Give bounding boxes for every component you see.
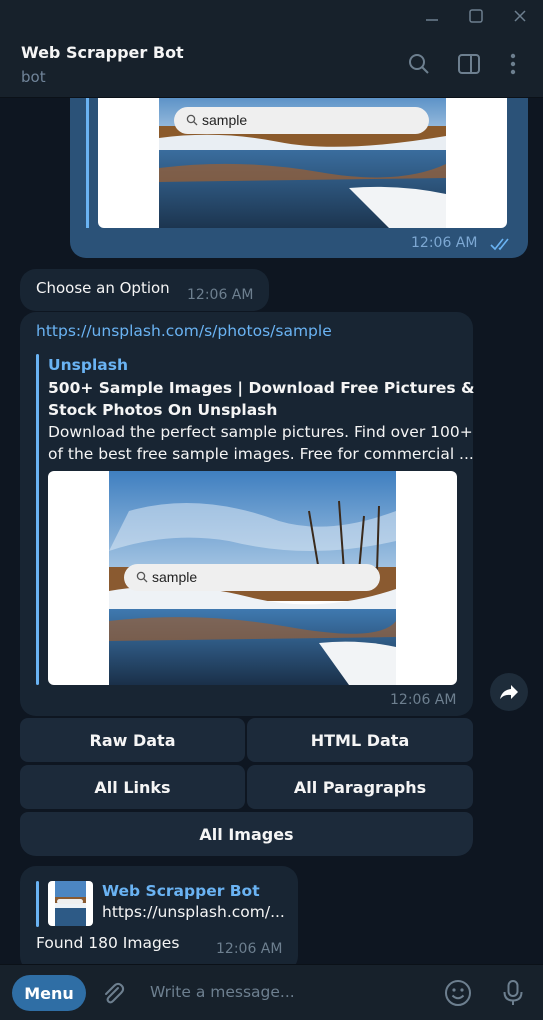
message-link[interactable]: https://unsplash.com/s/photos/sample xyxy=(36,322,332,340)
close-icon[interactable] xyxy=(510,6,530,26)
preview-desc-line1: Download the perfect sample pictures. Fi… xyxy=(48,423,473,441)
message-text: Found 180 Images xyxy=(36,934,180,952)
preview-title-line1: 500+ Sample Images | Download Free Pictu… xyxy=(48,379,475,397)
link-preview-image[interactable]: sample xyxy=(98,98,507,228)
magnifier-icon xyxy=(186,114,198,126)
link-preview-bar xyxy=(36,354,39,685)
link-preview-bar xyxy=(86,98,89,228)
incoming-link-message[interactable]: https://unsplash.com/s/photos/sample Uns… xyxy=(20,312,475,716)
minimize-icon[interactable] xyxy=(422,6,442,26)
incoming-reply-message[interactable]: Web Scrapper Bot https://unsplash.com/..… xyxy=(20,866,298,964)
chat-title: Web Scrapper Bot xyxy=(21,43,184,62)
reply-thumbnail xyxy=(48,881,93,926)
raw-data-button[interactable]: Raw Data xyxy=(20,718,245,762)
preview-search-bar: sample xyxy=(174,107,429,134)
message-time: 12:06 AM xyxy=(187,287,254,303)
html-data-button[interactable]: HTML Data xyxy=(247,718,473,762)
message-input-bar: Menu Write a message... xyxy=(0,964,543,1020)
message-time: 12:06 AM xyxy=(411,235,478,251)
message-time: 12:06 AM xyxy=(216,941,283,957)
reply-text: https://unsplash.com/... xyxy=(102,903,285,921)
message-text: Choose an Option xyxy=(36,279,170,297)
share-icon xyxy=(500,685,518,699)
menu-button[interactable]: Menu xyxy=(12,975,86,1011)
reply-name: Web Scrapper Bot xyxy=(102,882,260,900)
magnifier-icon xyxy=(136,571,148,583)
message-input[interactable]: Write a message... xyxy=(150,983,295,1001)
preview-search-text: sample xyxy=(152,569,198,585)
link-preview-image[interactable]: sample xyxy=(48,471,457,685)
reply-bar xyxy=(36,881,39,927)
more-vertical-icon[interactable] xyxy=(501,52,525,76)
share-button[interactable] xyxy=(490,673,528,711)
sidebar-toggle-icon[interactable] xyxy=(457,52,481,76)
preview-title-line2: Stock Photos On Unsplash xyxy=(48,401,278,419)
preview-desc-line2: of the best free sample images. Free for… xyxy=(48,445,474,463)
all-images-button[interactable]: All Images xyxy=(20,812,473,856)
chat-subtitle: bot xyxy=(21,68,46,86)
double-check-icon xyxy=(490,238,509,251)
maximize-icon[interactable] xyxy=(466,6,486,26)
search-icon[interactable] xyxy=(407,52,431,76)
chat-area[interactable]: sample 12:06 AM Choose an Option 12:06 A… xyxy=(0,98,543,964)
window-titlebar xyxy=(0,0,543,32)
preview-search-bar: sample xyxy=(124,564,380,591)
incoming-message[interactable]: Choose an Option 12:06 AM xyxy=(20,269,269,311)
chat-header[interactable]: Web Scrapper Bot bot xyxy=(0,32,543,98)
microphone-icon[interactable] xyxy=(499,979,527,1007)
emoji-icon[interactable] xyxy=(444,979,472,1007)
paperclip-icon[interactable] xyxy=(99,979,127,1007)
message-time: 12:06 AM xyxy=(390,692,457,708)
all-links-button[interactable]: All Links xyxy=(20,765,245,809)
preview-search-text: sample xyxy=(202,112,248,128)
preview-site-name: Unsplash xyxy=(48,356,128,374)
all-paragraphs-button[interactable]: All Paragraphs xyxy=(247,765,473,809)
